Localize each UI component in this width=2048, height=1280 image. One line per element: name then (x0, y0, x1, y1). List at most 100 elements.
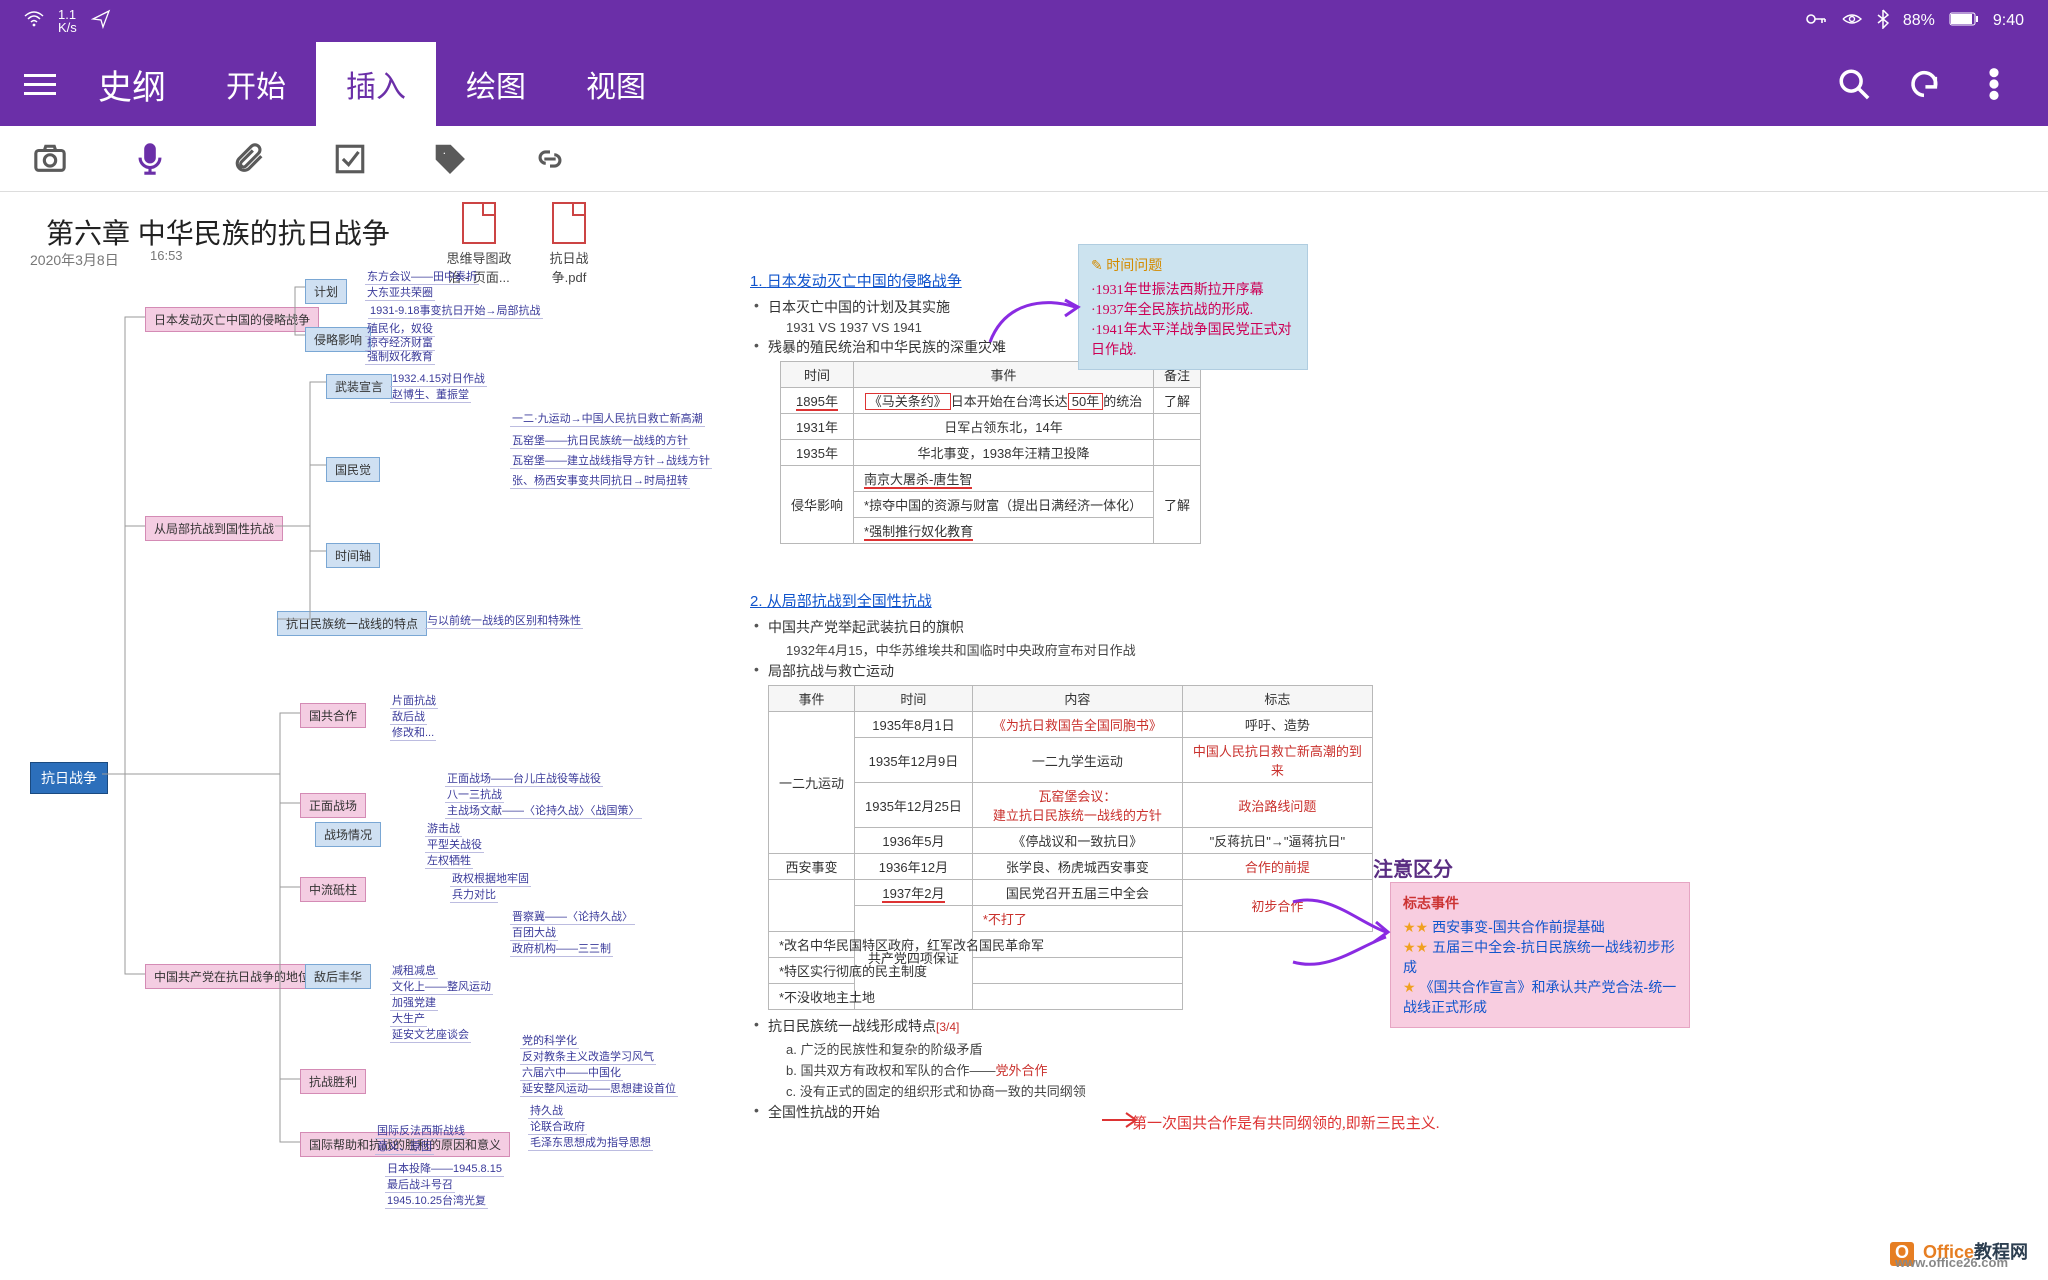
mm-leaf: 与以前统一战线的区别和特殊性 (425, 612, 583, 629)
camera-icon[interactable] (30, 139, 70, 179)
note-canvas[interactable]: 第六章 中华民族的抗日战争 2020年3月8日 16:53 思维导图政治 - 页… (0, 192, 2048, 1280)
microphone-icon[interactable] (130, 139, 170, 179)
bluetooth-icon (1877, 9, 1889, 34)
mm-leaf: 东方会议——田中奏折 (365, 268, 479, 285)
annotation-line: ★★西安事变-国共合作前提基础 (1403, 917, 1677, 937)
mm-leaf: 最后战斗号召 (385, 1176, 455, 1193)
menu-button[interactable] (12, 56, 68, 112)
table-invasion: 时间事件备注 1895年《马关条约》日本开始在台湾长达50年的统治了解 1931… (780, 361, 1201, 544)
mm-leaf: 论联合政府 (528, 1118, 587, 1135)
page-time: 16:53 (150, 248, 183, 263)
annotation-heading: 标志事件 (1403, 893, 1677, 913)
tab-start[interactable]: 开始 (196, 42, 316, 126)
mm-leaf: 意义、原因 (375, 1138, 434, 1155)
mm-leaf: 1931-9.18事变抗日开始→局部抗战 (368, 302, 543, 319)
mm-leaf: 六届六中——中国化 (520, 1064, 623, 1081)
mm-leaf: 加强党建 (390, 994, 438, 1011)
table-row: 1936年5月《停战议和一致抗日》"反蒋抗日"→"逼蒋抗日" (769, 828, 1373, 854)
mm-leaf: 毛泽东思想成为指导思想 (528, 1134, 653, 1151)
mm-leaf: 日本投降——1945.8.15 (385, 1160, 504, 1177)
mm-leaf: 1932.4.15对日作战 (390, 370, 487, 387)
table-row: 1935年华北事变，1938年汪精卫投降 (781, 440, 1201, 466)
tab-view[interactable]: 视图 (556, 42, 676, 126)
annotation-line: ·1937年全民族抗战的形成. (1091, 299, 1295, 319)
section-2: 2. 从局部抗战到全国性抗战 中国共产党举起武装抗日的旗帜 1932年4月15，… (750, 590, 1373, 1125)
mm-leaf: 平型关战役 (425, 836, 484, 853)
annotation-line: ★★五届三中全会-抗日民族统一战线初步形成 (1403, 937, 1677, 977)
table-row: 1931年日军占领东北，14年 (781, 414, 1201, 440)
hand-arrow (985, 292, 1085, 357)
table-row: 西安事变1936年12月张学良、杨虎城西安事变合作的前提 (769, 854, 1373, 880)
mm-leaf: 主战场文献——〈论持久战〉〈战国策〉 (445, 802, 642, 819)
mm-leaf: 强制奴化教育 (365, 348, 435, 365)
mm-leaf: 晋察冀——〈论持久战〉 (510, 908, 635, 925)
mm-leaf: 百团大战 (510, 924, 558, 941)
key-icon (1805, 12, 1827, 31)
mm-node: 国民觉 (326, 457, 380, 482)
eye-icon (1841, 12, 1863, 31)
mm-leaf: 文化上——整风运动 (390, 978, 493, 995)
mm-root: 抗日战争 (30, 762, 108, 794)
mm-node: 敌后丰华 (305, 964, 371, 989)
tab-insert[interactable]: 插入 (316, 42, 436, 126)
mm-leaf: 反对教条主义改造学习风气 (520, 1048, 656, 1065)
watermark-url: www.office26.com (1895, 1255, 2008, 1270)
mm-leaf: 张、杨西安事变共同抗日→时局扭转 (510, 472, 690, 489)
mm-leaf: 修改和... (390, 724, 436, 741)
mm-leaf: 一二·九运动→中国人民抗日救亡新高潮 (510, 410, 705, 427)
hand-arrow (1100, 1110, 1140, 1135)
wifi-icon (24, 11, 44, 32)
annotation-title: ✎ 时间问题 (1091, 255, 1295, 275)
table-row: 一二九运动1935年8月1日《为抗日救国告全国同胞书》呼吁、造势 (769, 712, 1373, 738)
pdf-icon (462, 202, 496, 244)
list-item: a. 广泛的民族性和复杂的阶级矛盾 (750, 1039, 1373, 1058)
table-row: *特区实行彻底的民主制度 (769, 958, 1373, 984)
search-icon[interactable] (1836, 66, 1872, 102)
checkbox-icon[interactable] (330, 139, 370, 179)
mm-leaf: 延安整风运动——思想建设首位 (520, 1080, 678, 1097)
mm-node: 侵略影响 (305, 327, 371, 352)
pdf-icon (552, 202, 586, 244)
mm-leaf: 大东亚共荣圈 (365, 284, 435, 301)
annotation-title: 注意区分 (1373, 853, 1453, 882)
ribbon-tabs: 开始 插入 绘图 视图 (196, 42, 676, 126)
annotation-time[interactable]: ✎ 时间问题 ·1931年世振法西斯拉开序幕 ·1937年全民族抗战的形成. ·… (1078, 244, 1308, 370)
link-icon[interactable] (530, 139, 570, 179)
status-time: 9:40 (1993, 12, 2024, 30)
mm-leaf: 持久战 (528, 1102, 565, 1119)
attachment-icon[interactable] (230, 139, 270, 179)
mm-leaf: 政权根据地牢固 (450, 870, 531, 887)
annotation-line: ★《国共合作宣言》和承认共产党合法-统一战线正式形成 (1403, 977, 1677, 1017)
annotation-flags[interactable]: 注意区分 标志事件 ★★西安事变-国共合作前提基础 ★★五届三中全会-抗日民族统… (1390, 882, 1690, 1028)
table-row: 1935年12月9日一二九学生运动中国人民抗日救亡新高潮的到来 (769, 738, 1373, 783)
more-icon[interactable] (1976, 66, 2012, 102)
mm-node: 国共合作 (300, 703, 366, 728)
mm-node: 中国共产党在抗日战争的地位 (145, 964, 319, 989)
bullet: 局部抗战与救亡运动 (750, 661, 1373, 681)
tag-icon[interactable] (430, 139, 470, 179)
network-speed: 1.1K/s (58, 8, 77, 34)
table-movements: 事件时间内容标志 一二九运动1935年8月1日《为抗日救国告全国同胞书》呼吁、造… (768, 685, 1373, 1010)
mm-node: 计划 (305, 279, 347, 304)
mm-leaf: 大生产 (390, 1010, 427, 1027)
table-row: 1895年《马关条约》日本开始在台湾长达50年的统治了解 (781, 388, 1201, 414)
mm-node: 时间轴 (326, 543, 380, 568)
mm-leaf: 国际反法西斯战线 (375, 1122, 467, 1139)
mm-node: 中流砥柱 (300, 877, 366, 902)
mm-leaf: 瓦窑堡——抗日民族统一战线的方针 (510, 432, 690, 449)
mindmap: 抗日战争 日本发动灭亡中国的侵略战争 从局部抗战到国性抗战 国共合作 正面战场 … (30, 262, 710, 1262)
mm-leaf: 政府机构——三三制 (510, 940, 613, 957)
watermark-logo: O Office教程网 www.office26.com (1890, 1238, 2028, 1266)
undo-icon[interactable] (1906, 66, 1942, 102)
list-item: b. 国共双方有政权和军队的合作——党外合作 (750, 1060, 1373, 1079)
table-row: 事件时间内容标志 (769, 686, 1373, 712)
table-row: 1937年2月国民党召开五届三中全会初步合作 (769, 880, 1373, 906)
mm-leaf: 敌后战 (390, 708, 427, 725)
mm-node: 抗战胜利 (300, 1069, 366, 1094)
tab-draw[interactable]: 绘图 (436, 42, 556, 126)
mm-leaf: 左权牺牲 (425, 852, 473, 869)
mm-node: 抗日民族统一战线的特点 (277, 611, 427, 636)
mm-leaf: 片面抗战 (390, 692, 438, 709)
notebook-title[interactable]: 史纲 (68, 60, 196, 109)
send-icon (91, 9, 111, 34)
